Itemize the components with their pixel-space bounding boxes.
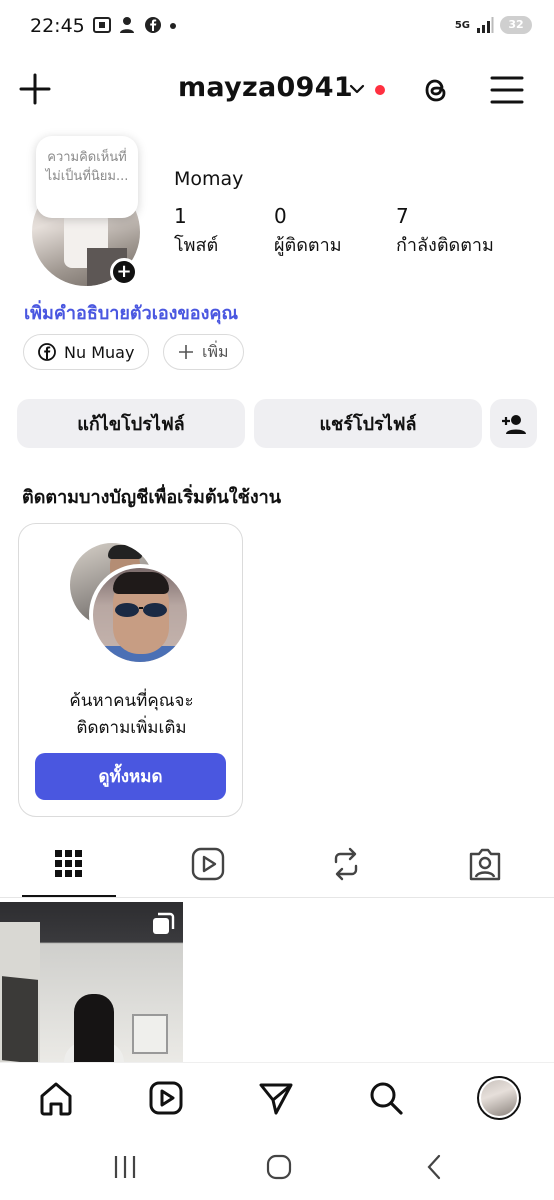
plus-icon[interactable]	[18, 72, 52, 106]
profile-nav-avatar[interactable]	[477, 1076, 521, 1120]
suggestion-card: ค้นหาคนที่คุณจะ ติดตามเพิ่มเติม ดูทั้งหม…	[18, 523, 243, 817]
add-bio-link[interactable]: เพิ่มคำอธิบายตัวเองของคุณ	[24, 298, 238, 327]
reels-icon[interactable]	[147, 1079, 185, 1117]
add-link-chip[interactable]: เพิ่ม	[163, 334, 244, 370]
suggestion-text: ค้นหาคนที่คุณจะ ติดตามเพิ่มเติม	[19, 688, 244, 742]
stat-posts-label: โพสต์	[174, 235, 219, 256]
add-story-icon[interactable]: +	[110, 258, 138, 286]
status-notification-icons	[92, 15, 178, 35]
screenshot-icon	[93, 17, 111, 33]
notification-dot	[375, 85, 385, 95]
suggested-avatar-front	[89, 564, 191, 666]
facebook-icon	[38, 343, 56, 361]
dot-icon	[170, 23, 176, 29]
add-person-icon	[501, 414, 526, 434]
suggestions-title: ติดตามบางบัญชีเพื่อเริ่มต้นใช้งาน	[22, 487, 282, 508]
stat-followers-label: ผู้ติดตาม	[274, 235, 342, 256]
menu-icon[interactable]	[490, 74, 524, 106]
signal-icon	[477, 17, 494, 33]
edit-profile-button[interactable]: แก้ไขโปรไฟล์	[17, 399, 245, 448]
threads-icon[interactable]	[418, 72, 454, 108]
stat-following-label: กำลังติดตาม	[396, 235, 494, 256]
facebook-status-icon	[145, 17, 161, 33]
stat-posts-value: 1	[174, 204, 187, 228]
person-icon	[120, 17, 134, 33]
grid-tab-icon[interactable]	[51, 846, 87, 882]
facebook-link-chip[interactable]: Nu Muay	[23, 334, 150, 370]
note-bubble[interactable]: ความคิดเห็นที่ไม่เป็นที่นิยม...	[36, 136, 138, 218]
profile-tabs	[0, 838, 554, 898]
plus-small-icon	[179, 345, 193, 359]
discover-people-button[interactable]	[490, 399, 537, 448]
display-name: Momay	[174, 168, 244, 190]
active-tab-indicator	[22, 895, 116, 897]
carousel-icon	[153, 912, 175, 934]
send-icon[interactable]	[257, 1079, 295, 1117]
post-thumbnail[interactable]	[0, 902, 183, 1062]
status-bar: 22:45 5G 32	[0, 0, 554, 56]
system-navigation	[0, 1132, 554, 1200]
home-system-icon[interactable]	[264, 1152, 294, 1182]
battery-icon: 32	[500, 16, 532, 34]
reposts-tab-icon[interactable]	[328, 846, 364, 882]
tagged-tab-icon[interactable]	[467, 846, 503, 882]
home-icon[interactable]	[37, 1079, 75, 1117]
add-link-label: เพิ่ม	[202, 341, 229, 361]
status-time: 22:45	[30, 15, 85, 37]
stat-following-value: 7	[396, 204, 409, 228]
chevron-down-icon[interactable]	[348, 80, 366, 98]
stat-followers-value: 0	[274, 204, 287, 228]
search-icon[interactable]	[367, 1079, 405, 1117]
see-all-button[interactable]: ดูทั้งหมด	[35, 753, 226, 800]
suggestion-text-line1: ค้นหาคนที่คุณจะ	[69, 691, 194, 711]
recent-apps-icon[interactable]	[110, 1152, 140, 1182]
stat-posts[interactable]: 1 โพสต์	[174, 204, 218, 259]
status-system-icons: 5G 32	[455, 16, 532, 34]
username[interactable]: mayza0941	[178, 72, 353, 103]
suggestion-text-line2: ติดตามเพิ่มเติม	[76, 718, 187, 738]
stat-following[interactable]: 7 กำลังติดตาม	[396, 204, 494, 259]
stat-followers[interactable]: 0 ผู้ติดตาม	[274, 204, 342, 259]
share-profile-button[interactable]: แชร์โปรไฟล์	[254, 399, 482, 448]
profile-header: mayza0941	[0, 62, 554, 120]
facebook-link-label: Nu Muay	[64, 342, 135, 362]
network-indicator: 5G	[454, 19, 470, 31]
back-icon[interactable]	[420, 1152, 450, 1182]
bottom-navigation	[0, 1062, 554, 1132]
reels-tab-icon[interactable]	[190, 846, 226, 882]
